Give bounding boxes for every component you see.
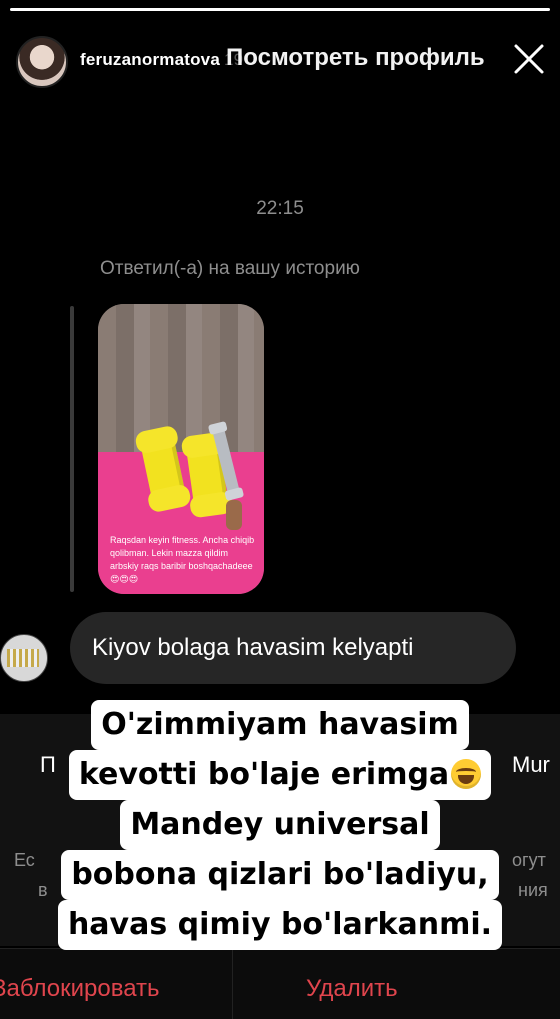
block-button[interactable]: Заблокировать: [0, 975, 160, 1003]
caption-line: havas qimiy bo'larkanmi.: [57, 900, 503, 950]
figurine-image: [226, 500, 242, 530]
caption-line: bobona qizlari bo'ladiyu,: [61, 850, 499, 900]
reply-indicator-bar: [70, 306, 74, 592]
story-floor-image: [98, 304, 264, 452]
caption-line: O'zimmiyam havasim: [91, 700, 469, 750]
view-profile-link[interactable]: Посмотреть профиль: [222, 44, 489, 72]
story-screen: feruzanormatova19 Посмотреть профиль 22:…: [0, 0, 560, 1019]
progress-fill: [10, 8, 550, 11]
message-timestamp: 22:15: [256, 198, 304, 219]
caption-line: Mandey universal: [120, 800, 440, 850]
profile-avatar[interactable]: [16, 36, 68, 88]
caption-line-text: kevotti bo'laje erimga: [78, 757, 450, 792]
story-progress-bar: [10, 8, 550, 11]
close-icon: [514, 44, 544, 74]
replied-story-thumbnail[interactable]: Raqsdan keyin fitness. Ancha chiqib qoli…: [98, 304, 264, 594]
username[interactable]: feruzanormatova19: [80, 50, 243, 70]
story-reply-label: Ответил(-а) на вашу историю: [100, 258, 360, 279]
username-text: feruzanormatova: [80, 50, 220, 69]
action-divider: [232, 949, 233, 1019]
laughing-emoji-icon: [451, 759, 482, 789]
story-caption: Raqsdan keyin fitness. Ancha chiqib qoli…: [110, 535, 255, 584]
caption-line: kevotti bo'laje erimga: [68, 750, 492, 800]
story-text-overlay: O'zimmiyam havasim kevotti bo'laje erimg…: [0, 700, 560, 950]
story-header: feruzanormatova19 Посмотреть профиль: [0, 32, 560, 88]
close-button[interactable]: [512, 42, 546, 76]
progress-segment: [10, 8, 550, 11]
sender-avatar[interactable]: [0, 634, 48, 682]
delete-button[interactable]: Удалить: [306, 975, 398, 1003]
message-bubble[interactable]: Kiyov bolaga havasim kelyapti: [70, 612, 516, 684]
action-bar: Заблокировать Удалить: [0, 948, 560, 1019]
